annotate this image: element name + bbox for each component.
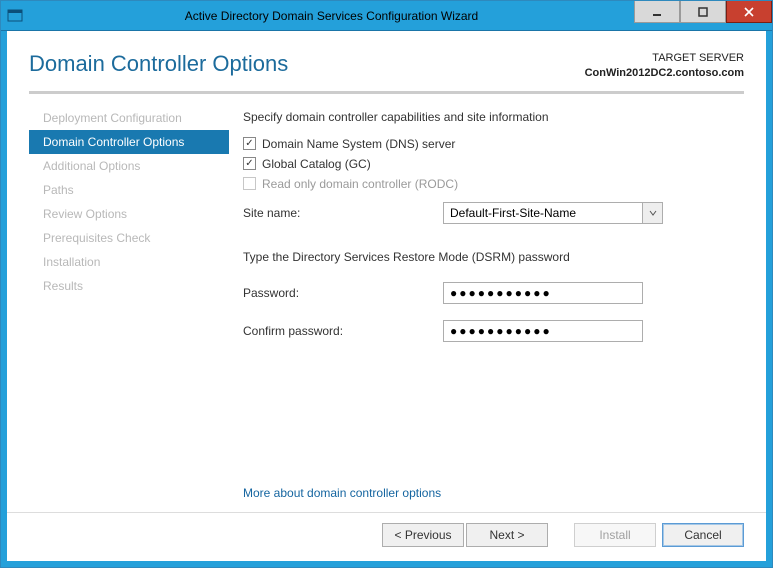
maximize-button[interactable] — [680, 1, 726, 23]
checkbox-row-dns: Domain Name System (DNS) server — [243, 137, 744, 151]
more-about-link[interactable]: More about domain controller options — [243, 476, 744, 512]
checkbox-rodc-label: Read only domain controller (RODC) — [262, 177, 458, 191]
previous-button[interactable]: < Previous — [382, 523, 464, 547]
confirm-password-input[interactable] — [443, 320, 643, 342]
target-server-info: TARGET SERVER ConWin2012DC2.contoso.com — [585, 51, 744, 81]
confirm-password-label: Confirm password: — [243, 324, 443, 338]
window-controls — [634, 1, 772, 30]
main-panel: Specify domain controller capabilities a… — [229, 100, 744, 512]
site-name-row: Site name: — [243, 202, 744, 224]
step-prerequisites-check[interactable]: Prerequisites Check — [29, 226, 229, 250]
header-divider — [29, 91, 744, 94]
dsrm-heading: Type the Directory Services Restore Mode… — [243, 250, 744, 264]
site-name-combo — [443, 202, 663, 224]
close-button[interactable] — [726, 1, 772, 23]
step-domain-controller-options[interactable]: Domain Controller Options — [29, 130, 229, 154]
minimize-button[interactable] — [634, 1, 680, 23]
footer: < Previous Next > Install Cancel — [7, 512, 766, 561]
site-name-input[interactable] — [443, 202, 643, 224]
cancel-button[interactable]: Cancel — [662, 523, 744, 547]
site-name-dropdown-button[interactable] — [643, 202, 663, 224]
checkbox-rodc — [243, 177, 256, 190]
wizard-window: Active Directory Domain Services Configu… — [0, 0, 773, 568]
checkbox-dns[interactable] — [243, 137, 256, 150]
checkbox-dns-label: Domain Name System (DNS) server — [262, 137, 455, 151]
checkbox-row-rodc: Read only domain controller (RODC) — [243, 177, 744, 191]
site-name-label: Site name: — [243, 206, 443, 220]
step-deployment-configuration[interactable]: Deployment Configuration — [29, 106, 229, 130]
step-paths[interactable]: Paths — [29, 178, 229, 202]
chevron-down-icon — [649, 209, 657, 217]
checkbox-gc[interactable] — [243, 157, 256, 170]
titlebar[interactable]: Active Directory Domain Services Configu… — [1, 1, 772, 31]
step-additional-options[interactable]: Additional Options — [29, 154, 229, 178]
checkbox-gc-label: Global Catalog (GC) — [262, 157, 371, 171]
confirm-password-row: Confirm password: — [243, 320, 744, 342]
window-title: Active Directory Domain Services Configu… — [29, 9, 634, 23]
steps-sidebar: Deployment Configuration Domain Controll… — [29, 100, 229, 512]
target-server-name: ConWin2012DC2.contoso.com — [585, 66, 744, 81]
client-area: Domain Controller Options TARGET SERVER … — [1, 31, 772, 567]
install-button: Install — [574, 523, 656, 547]
step-results[interactable]: Results — [29, 274, 229, 298]
password-row: Password: — [243, 282, 744, 304]
step-review-options[interactable]: Review Options — [29, 202, 229, 226]
step-installation[interactable]: Installation — [29, 250, 229, 274]
checkbox-row-gc: Global Catalog (GC) — [243, 157, 744, 171]
password-label: Password: — [243, 286, 443, 300]
page-title: Domain Controller Options — [29, 51, 585, 77]
password-input[interactable] — [443, 282, 643, 304]
target-server-label: TARGET SERVER — [585, 51, 744, 66]
capabilities-heading: Specify domain controller capabilities a… — [243, 110, 744, 124]
next-button[interactable]: Next > — [466, 523, 548, 547]
header: Domain Controller Options TARGET SERVER … — [7, 31, 766, 89]
app-icon — [1, 1, 29, 30]
